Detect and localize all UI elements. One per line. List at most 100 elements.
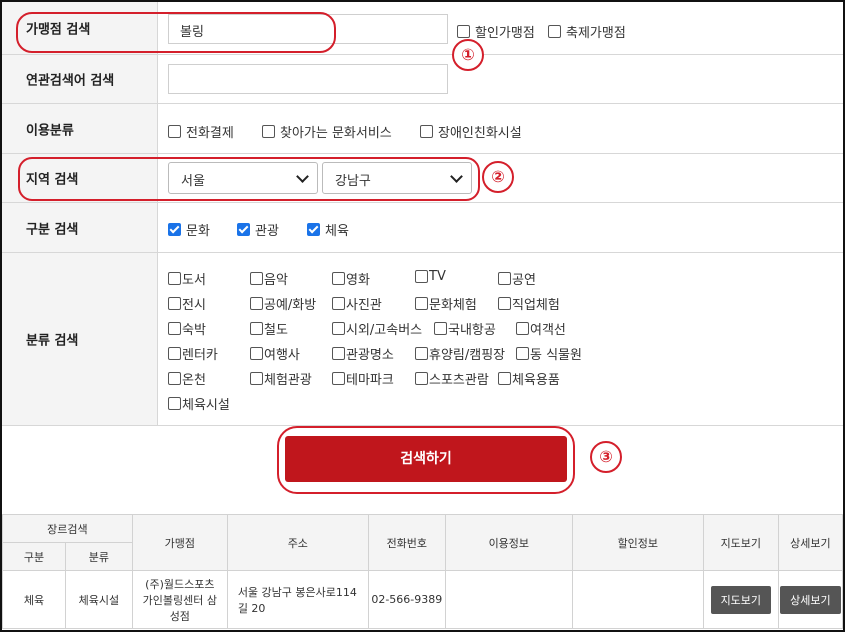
row-type: 체육 <box>2 570 66 629</box>
related-search-label: 연관검색어 검색 <box>26 73 115 89</box>
row-class: 체육시설 <box>65 570 133 629</box>
category-checkbox[interactable]: 동 식물원 <box>516 344 582 363</box>
usage-header: 이용정보 <box>444 514 573 571</box>
button-highlight <box>277 426 575 494</box>
category-label: 분류 검색 <box>26 333 79 349</box>
category-label: 숙박 <box>182 323 206 338</box>
category-checkbox[interactable]: 도서 <box>168 269 206 288</box>
category-label: 체육용품 <box>512 373 560 388</box>
checkbox-box <box>168 347 181 360</box>
row-usage <box>444 570 573 629</box>
usage-row: 이용분류 전화결제 찾아가는 문화서비스 장애인친화시설 <box>2 104 843 154</box>
checkbox-box <box>332 272 345 285</box>
category-checkbox[interactable]: 체험관광 <box>250 369 312 388</box>
category-checkbox[interactable]: 휴양림/캠핑장 <box>415 344 505 363</box>
category-label: 직업체험 <box>512 298 560 313</box>
checkbox-box <box>516 347 529 360</box>
category-checkbox[interactable]: 체육용품 <box>498 369 560 388</box>
category-checkbox[interactable]: 공예/화방 <box>250 294 316 313</box>
region-highlight <box>18 157 480 201</box>
row-discount <box>571 570 704 629</box>
marker-3: ③ <box>590 441 622 473</box>
category-checkbox[interactable]: 직업체험 <box>498 294 560 313</box>
map-header: 지도보기 <box>702 514 779 571</box>
festival-merchant-checkbox[interactable]: 축제가맹점 <box>548 22 626 41</box>
checkbox-box <box>415 372 428 385</box>
category-label: 관광명소 <box>346 348 394 363</box>
checkbox-box <box>415 270 428 283</box>
checkbox-box <box>250 322 263 335</box>
category-label: 렌터카 <box>182 348 218 363</box>
division-row: 구분 검색 문화 관광 체육 <box>2 203 843 253</box>
category-checkbox[interactable]: 공연 <box>498 269 536 288</box>
category-checkbox[interactable]: 문화체험 <box>415 294 477 313</box>
checkbox-checked <box>307 223 320 236</box>
category-checkbox[interactable]: 사진관 <box>332 294 382 313</box>
category-checkbox[interactable]: 관광명소 <box>332 344 394 363</box>
search-form-panel: 가맹점 검색 볼링 할인가맹점 축제가맹점 연관검색어 검색 이용분류 전화결제… <box>0 0 845 632</box>
checkbox-box <box>415 347 428 360</box>
category-checkbox[interactable]: 시외/고속버스 <box>332 319 422 338</box>
category-checkbox[interactable]: 전시 <box>168 294 206 313</box>
category-label: 철도 <box>264 323 288 338</box>
category-checkbox[interactable]: 영화 <box>332 269 370 288</box>
category-label: 체육시설 <box>182 398 230 413</box>
category-checkbox[interactable]: TV <box>415 269 446 284</box>
visiting-service-checkbox[interactable]: 찾아가는 문화서비스 <box>262 122 392 141</box>
sports-checkbox[interactable]: 체육 <box>307 220 349 239</box>
checkbox-box <box>168 125 181 138</box>
checkbox-box <box>332 372 345 385</box>
checkbox-box <box>332 322 345 335</box>
checkbox-box <box>332 347 345 360</box>
merchant-header: 가맹점 <box>131 514 228 571</box>
category-label: 테마파크 <box>346 373 394 388</box>
category-label: 전시 <box>182 298 206 313</box>
accessible-facility-checkbox[interactable]: 장애인친화시설 <box>420 122 522 141</box>
detail-header: 상세보기 <box>777 514 843 571</box>
category-checkbox[interactable]: 테마파크 <box>332 369 394 388</box>
category-label: 휴양림/캠핑장 <box>429 348 506 363</box>
map-view-button[interactable]: 지도보기 <box>710 585 772 614</box>
category-checkbox[interactable]: 온천 <box>168 369 206 388</box>
category-checkbox[interactable]: 철도 <box>250 319 288 338</box>
category-label: 온천 <box>182 373 206 388</box>
detail-view-button[interactable]: 상세보기 <box>780 585 841 614</box>
category-checkbox[interactable]: 국내항공 <box>434 319 496 338</box>
category-label: 스포츠관람 <box>429 373 489 388</box>
category-label: 국내항공 <box>448 323 496 338</box>
category-label: 여객선 <box>530 323 566 338</box>
category-checkbox[interactable]: 음악 <box>250 269 288 288</box>
address-header: 주소 <box>226 514 369 571</box>
checkbox-box <box>250 272 263 285</box>
phone-payment-checkbox[interactable]: 전화결제 <box>168 122 234 141</box>
row-phone: 02-566-9389 <box>367 570 446 629</box>
category-label: 동 식물원 <box>530 348 582 363</box>
checkbox-box <box>262 125 275 138</box>
category-label: 영화 <box>346 273 370 288</box>
checkbox-box <box>250 347 263 360</box>
category-checkbox[interactable]: 여행사 <box>250 344 300 363</box>
related-search-input[interactable] <box>168 64 448 94</box>
usage-label: 이용분류 <box>26 123 74 138</box>
division-label: 구분 검색 <box>26 222 79 237</box>
category-checkbox[interactable]: 숙박 <box>168 319 206 338</box>
sports-label: 체육 <box>325 224 349 239</box>
checkbox-box <box>168 372 181 385</box>
category-checkbox[interactable]: 여객선 <box>516 319 566 338</box>
category-checkbox[interactable]: 스포츠관람 <box>415 369 489 388</box>
culture-checkbox[interactable]: 문화 <box>168 220 210 239</box>
checkbox-box <box>498 297 511 310</box>
category-label: 문화체험 <box>429 298 477 313</box>
category-label: 여행사 <box>264 348 300 363</box>
marker-2: ② <box>482 161 514 193</box>
tourism-checkbox[interactable]: 관광 <box>237 220 279 239</box>
checkbox-box <box>516 322 529 335</box>
category-checkbox[interactable]: 체육시설 <box>168 394 230 413</box>
category-label: 사진관 <box>346 298 382 313</box>
category-label: 공연 <box>512 273 536 288</box>
checkbox-box <box>168 297 181 310</box>
category-checkbox[interactable]: 렌터카 <box>168 344 218 363</box>
merchant-highlight <box>16 12 336 53</box>
checkbox-box <box>415 297 428 310</box>
checkbox-box <box>498 272 511 285</box>
